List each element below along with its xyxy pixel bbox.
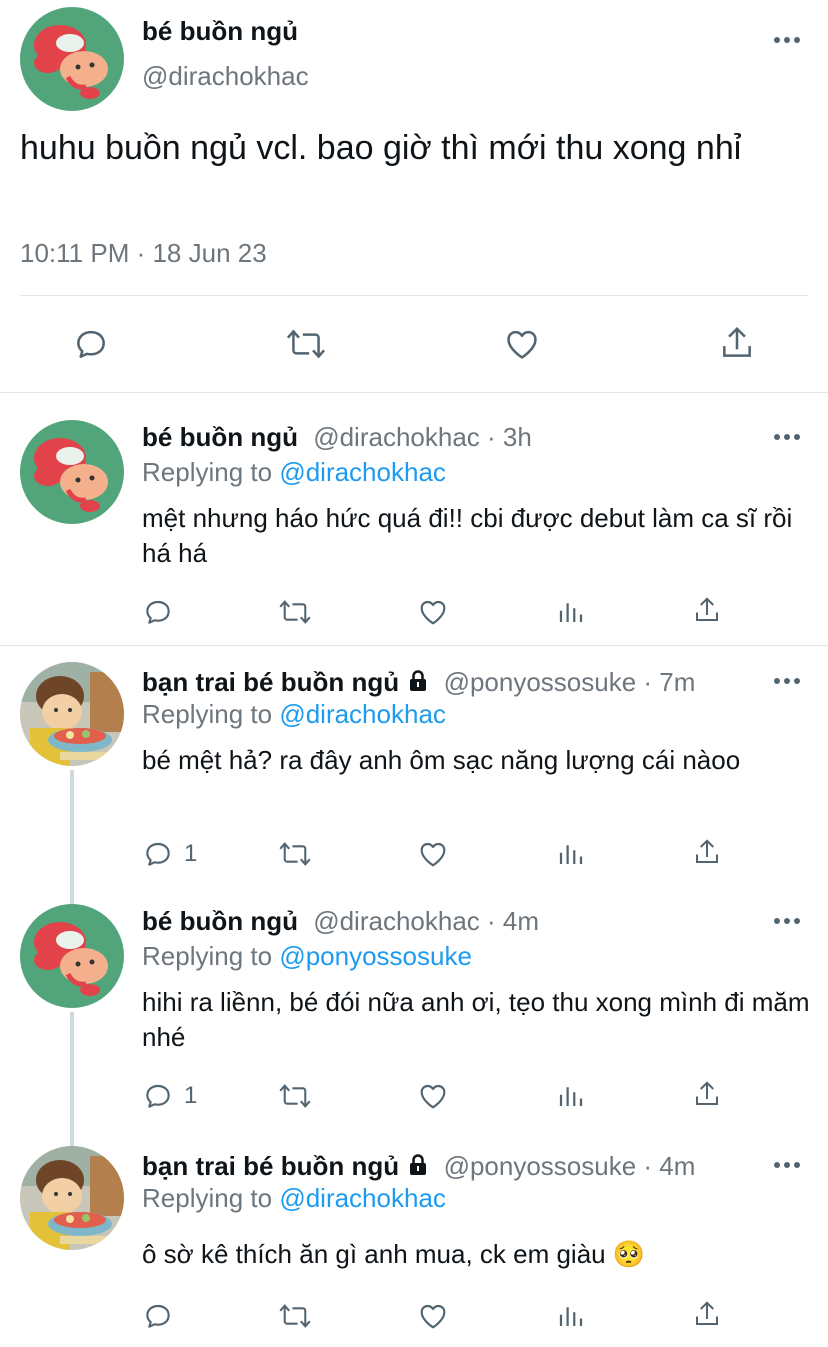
like-button[interactable] xyxy=(416,596,450,628)
replying-label: Replying to xyxy=(142,1183,273,1213)
reply-text: mệt nhưng háo hức quá đi!! cbi được debu… xyxy=(142,503,793,568)
reply-button[interactable]: 1 xyxy=(142,1080,197,1112)
replying-line: Replying to @dirachokhac xyxy=(142,1183,446,1214)
share-button[interactable] xyxy=(692,836,722,868)
handle-time[interactable]: @ponyossosuke · 4m xyxy=(444,1151,696,1181)
reply-header: bạn trai bé buồn ngủ @ponyossosuke · 7m xyxy=(142,667,695,698)
views-button[interactable] xyxy=(556,596,586,628)
reply-button[interactable] xyxy=(142,596,184,628)
retweet-button[interactable] xyxy=(277,1080,313,1112)
author-name[interactable]: bé buồn ngủ xyxy=(142,906,298,936)
like-icon xyxy=(420,842,446,867)
lock-icon xyxy=(410,670,427,691)
lock-icon xyxy=(410,1154,427,1175)
avatar[interactable] xyxy=(20,662,124,766)
reply-button[interactable]: 1 xyxy=(142,838,197,870)
share-icon xyxy=(723,326,751,357)
replying-label: Replying to xyxy=(142,941,273,971)
avatar[interactable] xyxy=(20,904,124,1008)
tweet-timestamp[interactable]: 10:11 PM · 18 Jun 23 xyxy=(20,238,267,269)
thread-line xyxy=(70,770,74,906)
handle-time[interactable]: @dirachokhac · 3h xyxy=(313,422,532,452)
reply-button[interactable] xyxy=(142,1300,184,1332)
like-icon xyxy=(420,1084,446,1109)
author-handle[interactable]: @dirachokhac xyxy=(142,61,309,92)
views-button[interactable] xyxy=(556,838,586,870)
views-icon xyxy=(559,845,583,864)
more-icon[interactable] xyxy=(772,1160,802,1170)
author-name[interactable]: bé buồn ngủ xyxy=(142,16,298,47)
retweet-button[interactable] xyxy=(277,838,313,870)
reply-icon xyxy=(77,330,105,358)
replying-mention[interactable]: @dirachokhac xyxy=(279,1183,446,1213)
divider xyxy=(20,295,808,296)
reply-icon xyxy=(146,842,170,866)
retweet-icon xyxy=(279,1084,311,1108)
avatar[interactable] xyxy=(20,1146,124,1250)
like-icon xyxy=(507,330,537,359)
share-button[interactable] xyxy=(692,1078,722,1110)
author-name[interactable]: bạn trai bé buồn ngủ xyxy=(142,667,399,697)
replying-line: Replying to @dirachokhac xyxy=(142,699,446,730)
like-icon xyxy=(420,1304,446,1329)
reply-header: bé buồn ngủ @dirachokhac · 3h xyxy=(142,422,532,453)
author-name[interactable]: bạn trai bé buồn ngủ xyxy=(142,1151,399,1181)
more-icon[interactable] xyxy=(772,35,802,45)
avatar[interactable] xyxy=(20,7,124,111)
replying-mention[interactable]: @dirachokhac xyxy=(279,457,446,487)
thread-line xyxy=(70,1012,74,1148)
like-button[interactable] xyxy=(502,325,542,363)
avatar[interactable] xyxy=(20,420,124,524)
views-icon xyxy=(559,603,583,622)
share-icon xyxy=(696,1081,718,1105)
reply-count: 1 xyxy=(184,840,198,867)
replying-line: Replying to @ponyossosuke xyxy=(142,941,472,972)
views-icon xyxy=(559,1307,583,1326)
reply-button[interactable] xyxy=(72,325,110,363)
retweet-icon xyxy=(286,329,326,359)
more-icon[interactable] xyxy=(772,432,802,442)
replying-mention[interactable]: @dirachokhac xyxy=(279,699,446,729)
retweet-icon xyxy=(279,1304,311,1328)
reply-header: bạn trai bé buồn ngủ @ponyossosuke · 4m xyxy=(142,1151,695,1182)
handle-time[interactable]: @ponyossosuke · 7m xyxy=(444,667,696,697)
replying-line: Replying to @dirachokhac xyxy=(142,457,446,488)
replying-label: Replying to xyxy=(142,699,273,729)
reply-text: ô sờ kê thích ăn gì anh mua, ck em giàu … xyxy=(142,1239,646,1269)
reply-header: bé buồn ngủ @dirachokhac · 4m xyxy=(142,906,539,937)
replying-label: Replying to xyxy=(142,457,273,487)
views-button[interactable] xyxy=(556,1300,586,1332)
handle-time[interactable]: @dirachokhac · 4m xyxy=(313,906,539,936)
share-icon xyxy=(696,597,718,621)
reply-text: bé mệt hả? ra đây anh ôm sạc năng lượng … xyxy=(142,745,741,775)
divider xyxy=(0,392,828,393)
retweet-icon xyxy=(279,600,311,624)
retweet-button[interactable] xyxy=(277,596,313,628)
retweet-button[interactable] xyxy=(284,325,328,363)
reply-icon xyxy=(146,1304,170,1328)
more-icon[interactable] xyxy=(772,676,802,686)
author-name[interactable]: bé buồn ngủ xyxy=(142,422,298,452)
like-button[interactable] xyxy=(416,1080,450,1112)
views-button[interactable] xyxy=(556,1080,586,1112)
share-button[interactable] xyxy=(692,594,722,626)
retweet-button[interactable] xyxy=(277,1300,313,1332)
reply-icon xyxy=(146,1084,170,1108)
reply-icon xyxy=(146,600,170,624)
reply-text: hihi ra liềnn, bé đói nữa anh ơi, tẹo th… xyxy=(142,987,810,1052)
more-icon[interactable] xyxy=(772,916,802,926)
tweet-text: huhu buồn ngủ vcl. bao giờ thì mới thu x… xyxy=(20,129,742,167)
share-button[interactable] xyxy=(718,323,756,363)
like-button[interactable] xyxy=(416,1300,450,1332)
share-icon xyxy=(696,1301,718,1325)
divider xyxy=(0,645,828,646)
share-icon xyxy=(696,839,718,863)
like-button[interactable] xyxy=(416,838,450,870)
views-icon xyxy=(559,1087,583,1106)
share-button[interactable] xyxy=(692,1298,722,1330)
retweet-icon xyxy=(279,842,311,866)
like-icon xyxy=(420,600,446,625)
replying-mention[interactable]: @ponyossosuke xyxy=(279,941,472,971)
reply-count: 1 xyxy=(184,1082,198,1109)
